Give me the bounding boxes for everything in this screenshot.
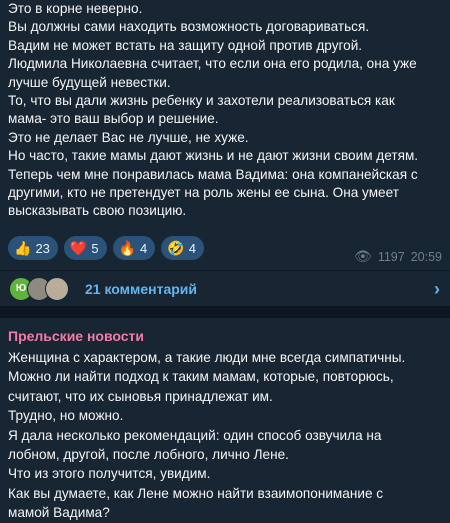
avatar [45,276,69,301]
message-text: Это в корне неверно. Вы должны сами нахо… [8,0,446,221]
eye-icon: 👁 [354,248,372,264]
comments-label: 21 комментарий [85,280,198,297]
comments-button[interactable]: Ю 21 комментарий › [0,271,450,306]
reaction-heart[interactable]: ❤️ 5 [63,236,107,260]
message-line: мама- это ваш выбор и решение. [8,111,219,127]
view-count: 1197 [377,249,405,264]
reaction-count: 4 [140,240,148,256]
reaction-count: 4 [188,240,196,256]
message-text: Женщина с характером, а такие люди мне в… [8,348,446,523]
heart-icon: ❤️ [69,239,88,256]
message-bubble: Прельские новости Женщина с характером, … [0,318,450,523]
message-line: Трудно, но можно. [8,408,124,424]
message-line: лучше будущей невестки. [8,74,171,90]
reaction-fire[interactable]: 🔥 4 [112,236,156,260]
message-line: Я дала несколько рекомендаций: один спос… [8,427,382,443]
reaction-count: 5 [91,240,99,256]
fire-icon: 🔥 [118,239,137,256]
chevron-right-icon: › [434,279,440,299]
message-line: Женщина с характером, а такие люди мне в… [8,350,406,365]
reaction-thumbs-up[interactable]: 👍 23 [8,236,58,260]
message-line: Что из этого получится, увидим. [8,466,211,482]
message-line: Вадим не может встать на защиту одной пр… [8,37,363,53]
message-line: высказывать свою позицию. [8,203,187,219]
message-line: Можно ли найти подход к таким мамам, кот… [8,369,394,385]
laughing-face-icon: 🤣 [167,239,185,256]
message-line: Это в корне неверно. [8,1,143,16]
message-line: мамой Вадима? [8,505,110,521]
message-line: Вы должны сами находить возможность дого… [8,19,370,35]
message-line: Людмила Николаевна считает, что если она… [8,56,417,72]
message-line: другими, кто не претендует на роль жены … [8,185,399,201]
message-bubble: Это в корне неверно. Вы должны сами нахо… [0,0,450,306]
message-line: Но часто, такие мамы дают жизнь и не даю… [8,148,419,164]
author-name[interactable]: Прельские новости [8,328,144,344]
message-line: считают, что их сыновья принадлежат им. [8,388,273,404]
message-time: 20:59 [410,249,442,264]
message-line: лобном, другой, после лобного, лично Лен… [8,447,289,463]
message-meta: 👁 1197 20:59 [354,248,442,265]
message-line: Теперь чем мне понравилась мама Вадима: … [8,166,418,182]
reactions-bar: 👍 23 ❤️ 5 🔥 4 🤣 4 [8,236,204,260]
reaction-laugh[interactable]: 🤣 4 [161,236,204,260]
message-line: Как вы думаете, как Лене можно найти вза… [8,485,384,501]
message-line: То, что вы дали жизнь ребенку и захотели… [8,93,395,109]
message-line: Это не делает Вас не лучше, не хуже. [8,129,249,145]
commenter-avatars: Ю [9,276,81,301]
reaction-count: 23 [35,240,50,256]
thumbs-up-icon: 👍 [14,239,32,256]
